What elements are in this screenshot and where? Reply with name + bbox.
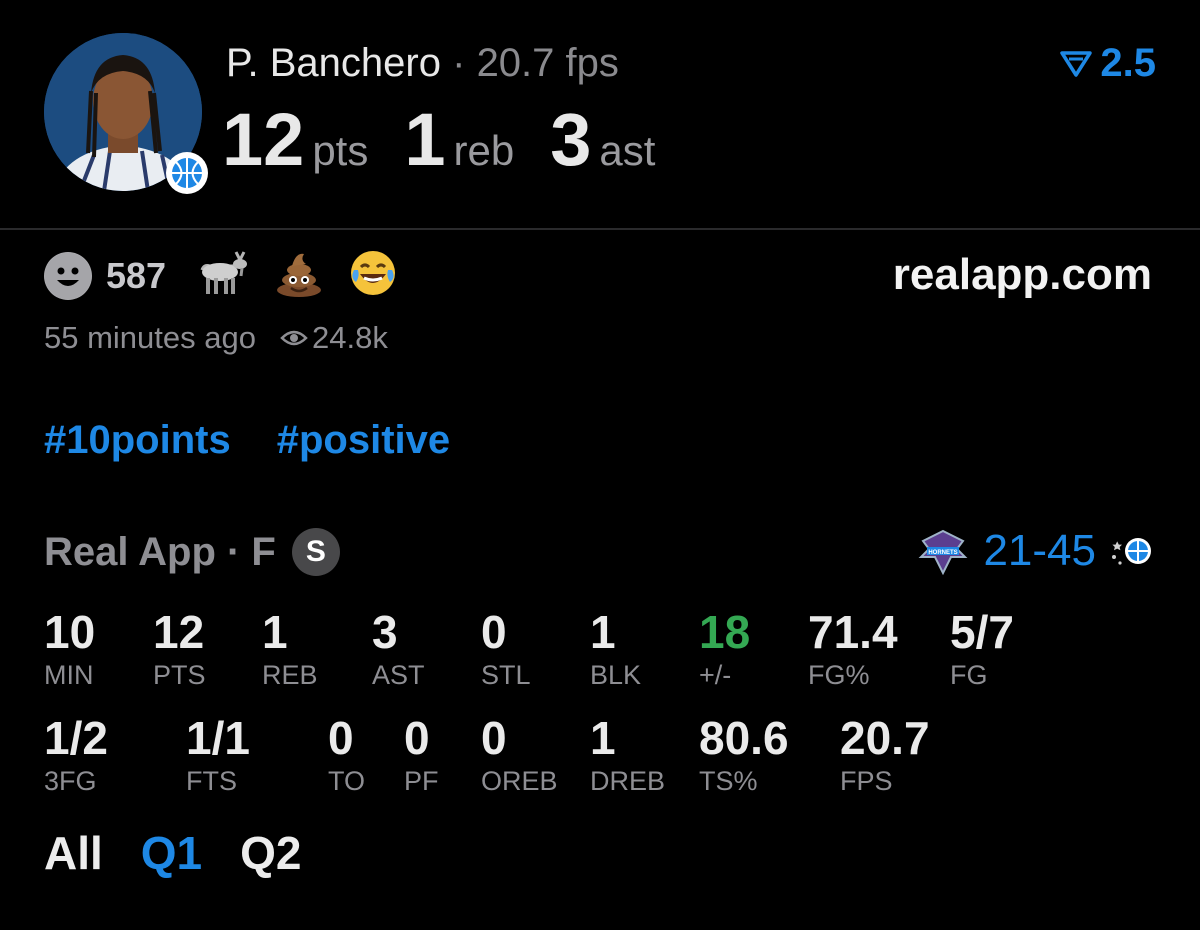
stat-value: 18: [699, 606, 751, 658]
stat-value: 80.6: [699, 712, 789, 764]
reaction-count: 587: [106, 254, 167, 296]
stat-label: TS%: [699, 766, 758, 796]
stat-value: 12: [153, 606, 205, 658]
poop-emoji-icon[interactable]: [274, 248, 324, 303]
rating-chevron-icon: [1060, 51, 1093, 77]
stat-value: 0: [328, 712, 354, 764]
game-label: Real App · F: [44, 529, 276, 574]
stat-value: 1/2: [44, 712, 108, 764]
points-value: 12: [222, 98, 305, 181]
rebounds-value: 1: [404, 98, 446, 181]
stat-3fg: 1/2 3FG: [44, 712, 108, 798]
stat-pts: 12 PTS: [153, 606, 206, 692]
rating-badge[interactable]: 2.5: [1060, 40, 1156, 86]
stat-label: FG: [950, 660, 988, 690]
game-header: Real App · F S: [44, 528, 340, 576]
post-time: 55 minutes ago: [44, 320, 256, 355]
add-reaction-smiley-icon[interactable]: [44, 251, 92, 300]
stat-value: 1: [262, 606, 288, 658]
hashtag-list: #10points #positive: [44, 418, 450, 463]
headline-stats: 12 pts 1 reb 3 ast: [222, 100, 691, 180]
magic-team-logo-icon: [166, 152, 208, 194]
stat-value: 1: [590, 712, 616, 764]
stat-fg-pct: 71.4 FG%: [808, 606, 898, 692]
points-unit: pts: [312, 127, 369, 174]
stat-ts-pct: 80.6 TS%: [699, 712, 789, 798]
stat-label: TO: [328, 766, 366, 796]
views-count: 24.8k: [280, 320, 388, 356]
status-badge: S: [291, 528, 340, 576]
stat-fps: 20.7 FPS: [840, 712, 930, 798]
tab-q1[interactable]: Q1: [141, 826, 202, 880]
stat-reb: 1 REB: [262, 606, 318, 692]
assists-unit: ast: [599, 127, 656, 174]
magic-logo-icon: [1112, 538, 1151, 565]
stat-value: 0: [481, 712, 507, 764]
goat-icon[interactable]: [196, 248, 250, 303]
stat-label: REB: [262, 660, 318, 690]
stat-fts: 1/1 FTS: [186, 712, 250, 798]
stat-ast: 3 AST: [372, 606, 425, 692]
hashtag-positive[interactable]: #positive: [277, 418, 450, 463]
stat-stl: 0 STL: [481, 606, 531, 692]
game-score[interactable]: HORNETS 21-45: [917, 526, 1154, 576]
tab-all[interactable]: All: [44, 826, 103, 880]
stat-oreb: 0 OREB: [481, 712, 558, 798]
stat-value: 71.4: [808, 606, 898, 658]
separator-dot: ·: [452, 41, 466, 85]
tab-q2[interactable]: Q2: [240, 826, 301, 880]
player-name-line: P. Banchero · 20.7 fps: [226, 40, 619, 86]
stat-label: AST: [372, 660, 425, 690]
stat-value: 1/1: [186, 712, 250, 764]
rebounds-unit: reb: [453, 127, 515, 174]
stat-label: BLK: [590, 660, 642, 690]
stat-value: 0: [404, 712, 430, 764]
stat-label: FG%: [808, 660, 870, 690]
stat-label: PTS: [153, 660, 206, 690]
stat-label: DREB: [590, 766, 666, 796]
site-link[interactable]: realapp.com: [893, 250, 1152, 300]
player-fps: 20.7 fps: [476, 41, 619, 85]
reactions-bar: 587: [44, 248, 422, 303]
period-tabs: All Q1 Q2: [44, 826, 302, 880]
stat-label: FPS: [840, 766, 893, 796]
stat-label: MIN: [44, 660, 94, 690]
stat-label: FTS: [186, 766, 237, 796]
hashtag-10points[interactable]: #10points: [44, 418, 231, 463]
stat-value: 10: [44, 606, 96, 658]
stat-plus-minus: 18 +/-: [699, 606, 750, 692]
svg-text:HORNETS: HORNETS: [929, 550, 958, 556]
stat-value: 1: [590, 606, 616, 658]
stat-value: 5/7: [950, 606, 1014, 658]
stat-label: +/-: [699, 660, 732, 690]
header-divider: [0, 228, 1200, 230]
player-name[interactable]: P. Banchero: [226, 41, 441, 85]
stat-label: STL: [481, 660, 531, 690]
stat-value: 3: [372, 606, 398, 658]
stat-value: 20.7: [840, 712, 930, 764]
laughing-emoji-icon[interactable]: [348, 248, 398, 303]
stat-to: 0 TO: [328, 712, 365, 798]
stat-dreb: 1 DREB: [590, 712, 665, 798]
stat-fg: 5/7 FG: [950, 606, 1014, 692]
eye-icon: [280, 330, 308, 346]
stat-label: PF: [404, 766, 439, 796]
stat-value: 0: [481, 606, 507, 658]
stat-label: OREB: [481, 766, 558, 796]
stat-blk: 1 BLK: [590, 606, 641, 692]
stat-min: 10 MIN: [44, 606, 95, 692]
post-meta: 55 minutes ago 24.8k: [44, 320, 388, 356]
rating-value: 2.5: [1100, 41, 1156, 85]
assists-value: 3: [550, 98, 592, 181]
score-value: 21-45: [983, 526, 1096, 575]
views-value: 24.8k: [311, 320, 388, 355]
stat-label: 3FG: [44, 766, 97, 796]
hornets-logo-icon: HORNETS: [919, 529, 968, 575]
stat-pf: 0 PF: [404, 712, 439, 798]
